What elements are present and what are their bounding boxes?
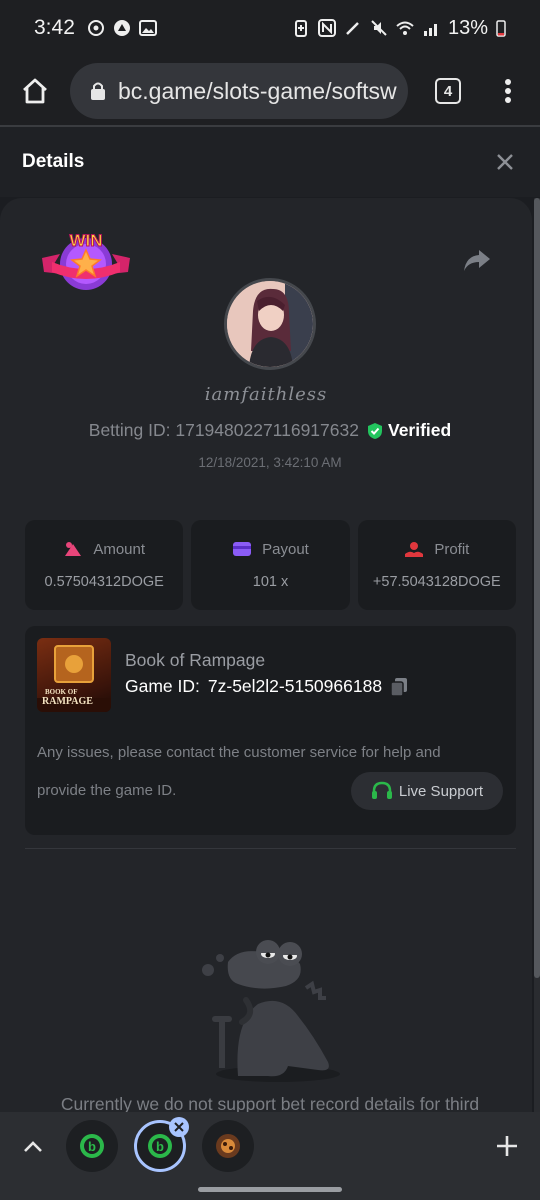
mute-icon: [371, 20, 387, 36]
svg-text:b: b: [88, 1139, 96, 1154]
plus-icon: [497, 1136, 517, 1156]
status-system-icons: 13%: [292, 17, 506, 40]
support-note-line-1: Any issues, please contact the customer …: [37, 744, 441, 761]
status-bar: 3:42 13%: [0, 0, 540, 56]
live-support-button[interactable]: Live Support: [351, 772, 503, 810]
lock-icon: [91, 82, 105, 100]
thumb-title-line-2: RAMPAGE: [42, 696, 93, 707]
address-bar[interactable]: bc.game/slots-game/softsw: [70, 63, 408, 119]
tab-strip: b b: [0, 1112, 540, 1180]
battery-percentage: 13%: [447, 16, 488, 39]
close-icon: [497, 154, 513, 170]
home-icon: [23, 78, 47, 104]
image-icon: [138, 20, 157, 36]
support-note-line-2: provide the game ID.: [37, 782, 177, 799]
close-tab-icon: [174, 1122, 184, 1132]
avatar: [224, 278, 316, 370]
bcgame-favicon-icon: b: [148, 1134, 172, 1158]
game-id-label: Game ID:: [125, 676, 200, 696]
tab-thumbnail-bcgame-1[interactable]: b: [66, 1120, 118, 1172]
panel-scrollbar[interactable]: [534, 198, 540, 1118]
profit-value: +57.5043128DOGE: [372, 574, 501, 590]
url-text: bc.game/slots-game/softsw: [118, 77, 397, 104]
more-vertical-icon: [505, 79, 511, 103]
status-time: 3:42: [34, 16, 75, 39]
bet-stats: Amount 0.57504312DOGE Payout 101 x Profi…: [25, 520, 516, 610]
page-title: Details: [22, 151, 85, 172]
bet-timestamp: 12/18/2021, 3:42:10 AM: [198, 455, 342, 470]
new-tab-button[interactable]: [474, 1112, 540, 1180]
game-name[interactable]: Book of Rampage: [125, 650, 265, 671]
game-id-value: 7z-5el2l2-5150966188: [207, 676, 383, 696]
betting-id-row: Betting ID: 1719480227116917632 Verified: [0, 420, 532, 441]
profit-hand-icon: [405, 542, 424, 557]
app-notification-icon: [113, 20, 130, 36]
home-button[interactable]: [0, 56, 70, 126]
game-id-row: Game ID: 7z-5el2l2-5150966188: [125, 676, 408, 697]
game-favicon-icon: [216, 1134, 240, 1158]
payout-label: Payout: [262, 540, 309, 558]
verified-shield-icon: [367, 422, 382, 439]
username: iamfaithless: [204, 384, 328, 405]
svg-text:b: b: [156, 1139, 164, 1154]
avatar-image: [227, 281, 313, 367]
win-badge-icon: WIN: [42, 231, 130, 290]
profit-card: Profit +57.5043128DOGE: [357, 520, 516, 610]
close-button[interactable]: [492, 149, 518, 175]
payout-card-icon: [233, 542, 252, 556]
amount-icon: [65, 542, 82, 556]
status-notification-icons: [87, 19, 157, 37]
bet-details-panel: WIN iamfaithless Betting ID: 17194802271…: [0, 198, 532, 1118]
sync-icon: [87, 20, 104, 36]
headset-icon: [371, 781, 392, 799]
battery-icon: [496, 20, 506, 37]
payout-card: Payout 101 x: [191, 520, 350, 610]
close-tab-button[interactable]: [169, 1117, 189, 1137]
amount-label: Amount: [93, 540, 146, 558]
tab-count: 4: [435, 78, 461, 104]
game-thumbnail[interactable]: BOOK OF RAMPAGE: [37, 638, 111, 712]
home-gesture-pill[interactable]: [198, 1187, 342, 1192]
bcgame-favicon-icon: b: [80, 1134, 104, 1158]
copy-icon[interactable]: [390, 677, 408, 697]
game-info-card: BOOK OF RAMPAGE Book of Rampage Game ID:…: [25, 626, 516, 835]
payout-value: 101 x: [252, 573, 289, 590]
battery-saver-icon: [294, 20, 307, 37]
betting-id: Betting ID: 1719480227116917632: [88, 420, 359, 440]
amount-value: 0.57504312DOGE: [44, 574, 164, 590]
browser-toolbar: bc.game/slots-game/softsw 4: [0, 56, 540, 126]
signal-icon: [423, 24, 437, 36]
details-header: Details: [0, 127, 540, 197]
verified-label: Verified: [387, 420, 452, 440]
win-badge-text: WIN: [69, 231, 102, 250]
chevron-up-icon: [24, 1141, 42, 1152]
wifi-icon: [396, 21, 414, 35]
thumb-title-line-1: BOOK OF: [45, 688, 77, 696]
tabs-button[interactable]: 4: [408, 56, 488, 126]
expand-tabs-button[interactable]: [0, 1112, 66, 1180]
system-navigation-bar: [0, 1180, 540, 1200]
pen-icon: [346, 22, 359, 35]
browser-menu-button[interactable]: [488, 56, 528, 126]
crocodile-mascot-icon: [202, 940, 340, 1082]
profit-label: Profit: [434, 540, 470, 558]
share-icon: [464, 250, 490, 271]
section-divider: [25, 848, 516, 849]
share-button[interactable]: [462, 248, 492, 274]
game-thumbnail-art: BOOK OF RAMPAGE: [37, 645, 111, 712]
verified-badge: Verified: [367, 420, 451, 441]
live-support-label: Live Support: [398, 782, 484, 800]
nfc-icon: [317, 19, 336, 37]
tab-thumbnail-bcgame-active[interactable]: b: [134, 1117, 189, 1172]
amount-card: Amount 0.57504312DOGE: [25, 520, 184, 610]
panel-scroll-thumb[interactable]: [534, 198, 540, 978]
tab-thumbnail-game[interactable]: [202, 1120, 254, 1172]
